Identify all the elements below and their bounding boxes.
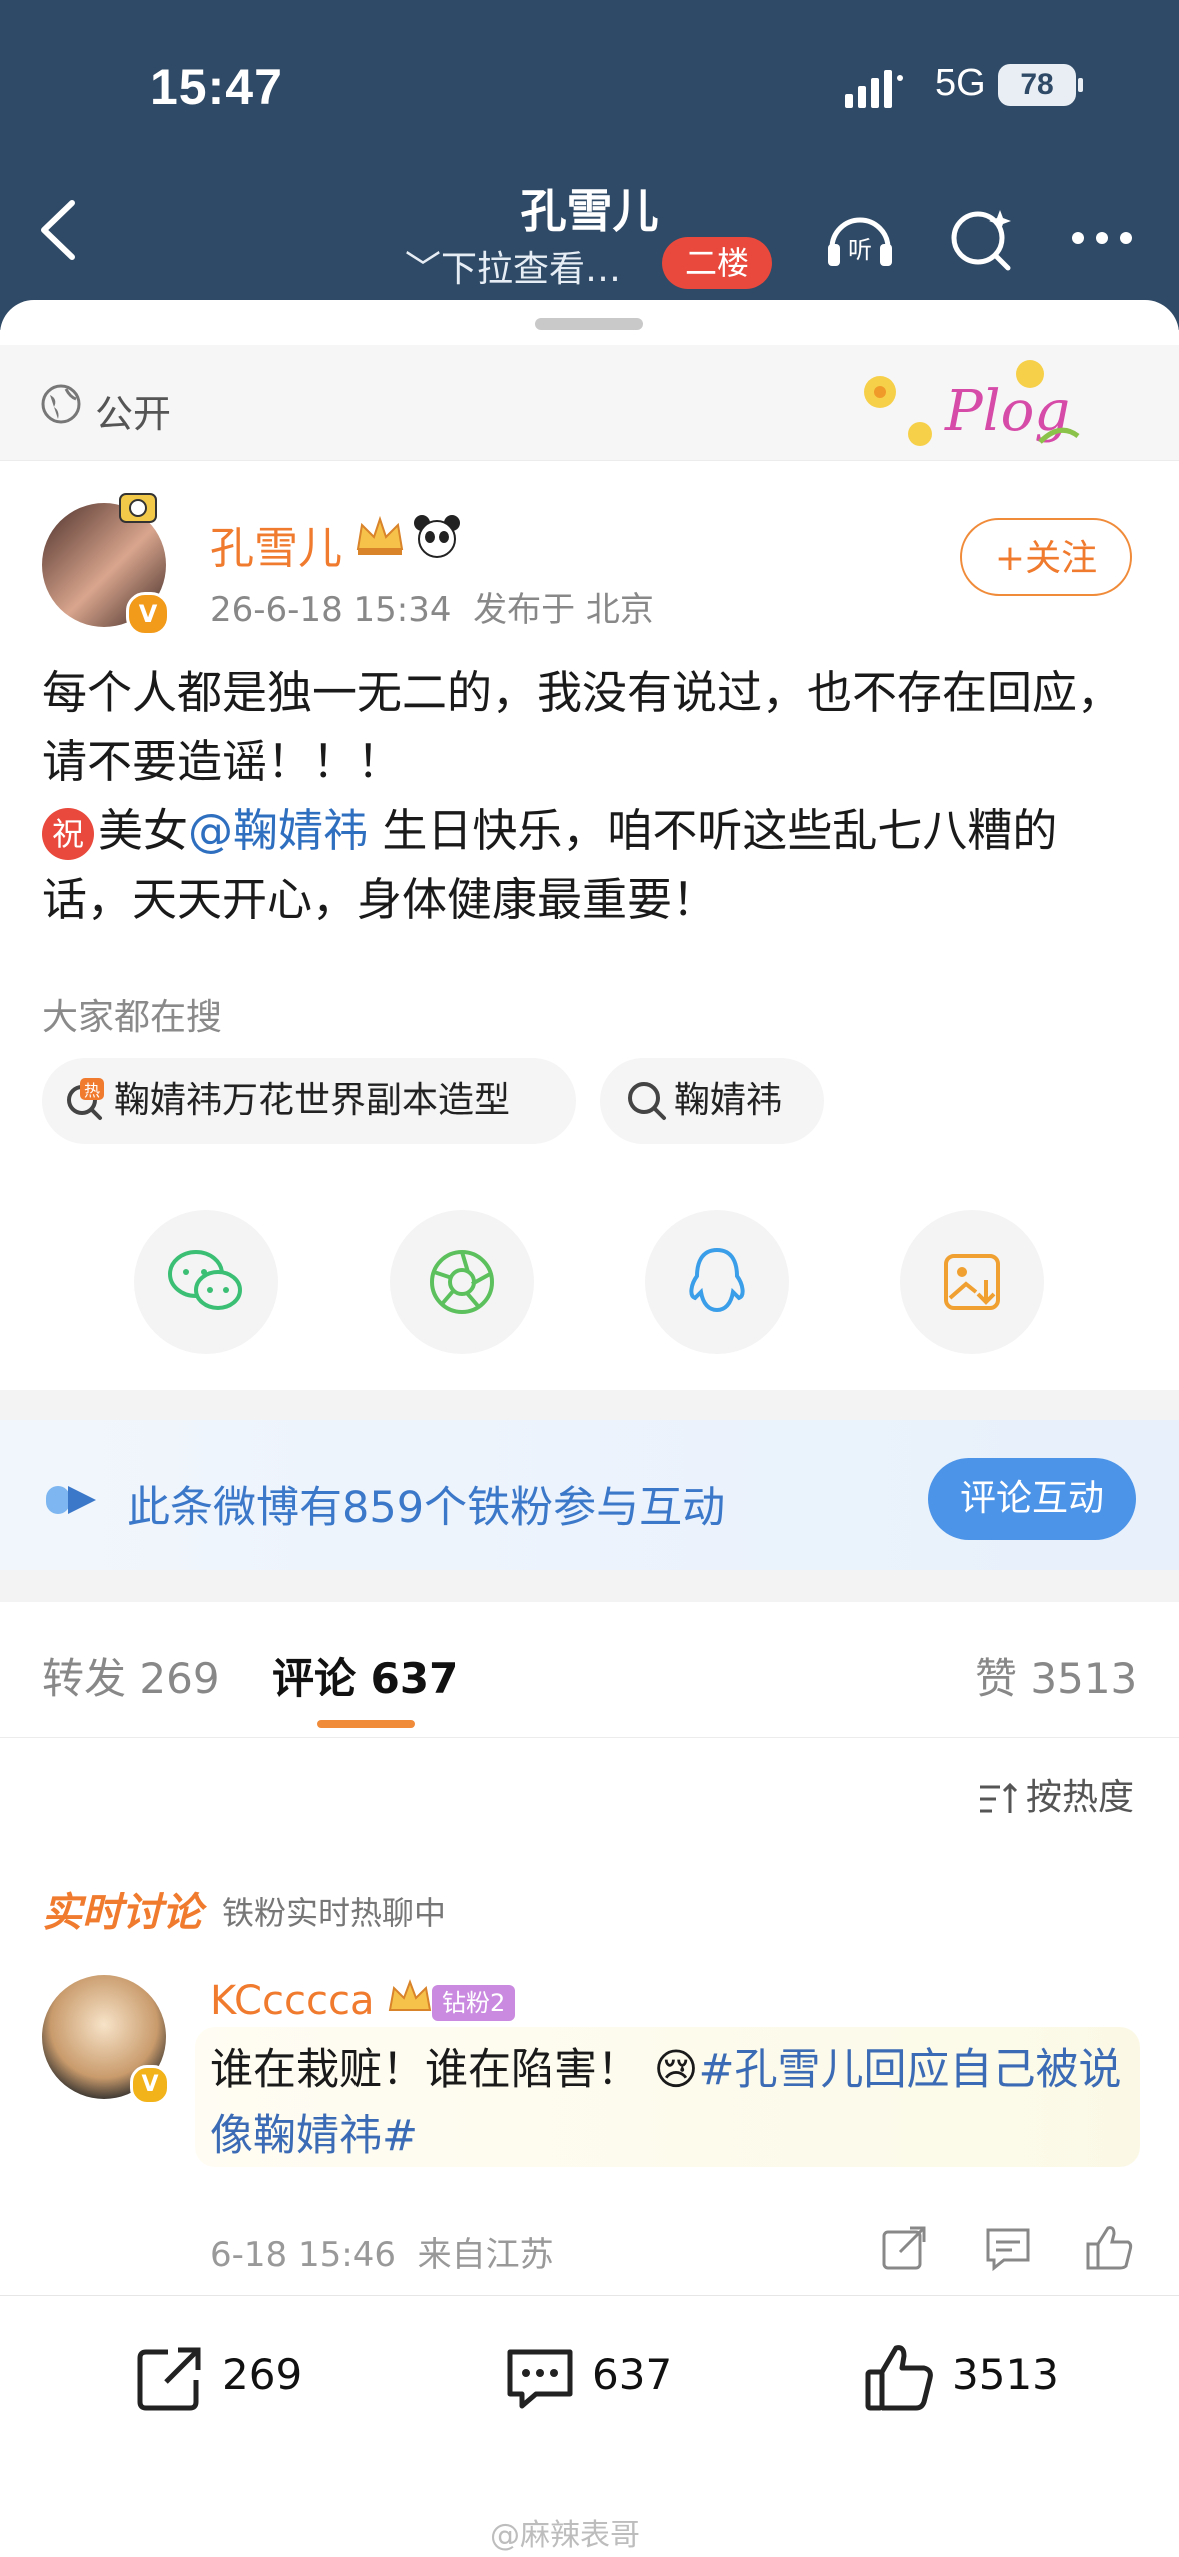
search-icon	[628, 1082, 666, 1120]
network-label: 5G	[935, 62, 986, 104]
more-icon[interactable]	[1062, 198, 1142, 278]
hot-search-icon: 热	[67, 1078, 104, 1120]
active-tab-indicator	[317, 1720, 415, 1728]
battery-tip	[1078, 78, 1083, 92]
tab-repost-label: 转发	[42, 1654, 127, 1703]
repost-icon	[137, 2347, 201, 2410]
thumbs-up-icon	[865, 2344, 933, 2410]
mention-link[interactable]: @鞠婧祎	[188, 804, 368, 857]
second-floor-badge[interactable]: 二楼	[662, 237, 772, 289]
comment-reply-icon[interactable]	[980, 2220, 1036, 2276]
search-sparkle-icon[interactable]	[942, 198, 1022, 278]
comment-meta: 6-18 15:46 来自江苏	[210, 2227, 554, 2276]
post-meta: 26-6-18 15:34 发布于 北京	[210, 582, 654, 631]
signal-icon	[845, 70, 903, 108]
sort-by-hot[interactable]: 按热度	[978, 1768, 1134, 1820]
live-discussion-title: 实时讨论	[42, 1890, 202, 1936]
repost-count: 269	[222, 2350, 303, 2399]
post-body: 每个人都是独一无二的，我没有说过，也不存在回应，请不要造谣！！！ 祝美女@鞠婧祎…	[42, 658, 1142, 934]
listen-icon[interactable]: 听	[820, 198, 900, 278]
save-image-button[interactable]	[900, 1210, 1044, 1354]
svg-text:热: 热	[84, 1081, 100, 1100]
globe-icon	[41, 384, 81, 424]
comment-count: 637	[592, 2350, 673, 2399]
fans-icon	[46, 1486, 96, 1514]
search-chip-1-text: 鞠婧祎万花世界副本造型	[114, 1080, 511, 1121]
tab-like[interactable]: 赞 3513	[975, 1645, 1137, 1706]
crown-badge-icon	[356, 515, 404, 555]
comment-text: 谁在栽赃！谁在陷害！ 😢#孔雪儿回应自己被说像鞠婧祎#	[210, 2037, 1130, 2169]
drag-handle[interactable]	[535, 318, 643, 330]
watermark: @麻辣表哥	[490, 2518, 640, 2553]
verified-badge: V	[126, 592, 170, 636]
live-discussion-subtitle: 铁粉实时热聊中	[222, 1894, 447, 1932]
wechat-icon	[168, 1250, 242, 1310]
fan-level-badge: 钻粉2	[432, 1985, 516, 2021]
panda-badge-icon	[414, 515, 460, 558]
status-time: 15:47	[150, 59, 283, 115]
post-line-1: 每个人都是独一无二的，我没有说过，也不存在回应，请不要造谣！！！	[42, 666, 1123, 788]
avatar-decoration-icon	[119, 493, 157, 523]
battery-indicator: 78	[998, 64, 1076, 106]
post-location: 发布于 北京	[473, 590, 654, 630]
commenter-name[interactable]: KCcccca	[210, 1978, 374, 2024]
like-button[interactable]: 3513	[862, 2335, 1059, 2415]
comment-share-icon[interactable]	[876, 2220, 932, 2276]
comment-interact-button[interactable]: 评论互动	[928, 1458, 1136, 1540]
plog-sticker: Plog	[864, 360, 1080, 446]
qq-icon	[689, 1247, 745, 1313]
fan-crown-icon	[388, 1979, 432, 2011]
search-chip-1[interactable]: 热 鞠婧祎万花世界副本造型	[42, 1058, 576, 1144]
repost-button[interactable]: 269	[132, 2335, 302, 2415]
sort-icon	[980, 1782, 1018, 1813]
tab-repost[interactable]: 转发 269	[42, 1645, 220, 1706]
moments-icon	[430, 1250, 494, 1314]
tab-repost-count: 269	[139, 1654, 220, 1703]
comment-from: 来自江苏	[417, 2235, 554, 2275]
svg-text:听: 听	[848, 236, 872, 264]
search-chip-2[interactable]: 鞠婧祎	[600, 1058, 824, 1144]
celebrate-icon: 祝	[42, 808, 94, 860]
share-wechat-button[interactable]	[134, 1210, 278, 1354]
tabs-divider	[0, 1737, 1179, 1738]
save-image-icon	[944, 1254, 1000, 1310]
tab-comment[interactable]: 评论 637	[272, 1645, 458, 1706]
tab-like-label: 赞	[975, 1654, 1018, 1703]
post-line-2-prefix: 美女	[98, 804, 189, 857]
trending-search-label: 大家都在搜	[42, 997, 223, 1038]
comment-time: 6-18 15:46	[210, 2235, 396, 2275]
chevron-down-icon: ﹀	[405, 249, 442, 290]
comment-button[interactable]: 637	[502, 2335, 672, 2415]
share-qq-button[interactable]	[645, 1210, 789, 1354]
sort-label: 按热度	[1026, 1777, 1135, 1818]
like-count: 3513	[952, 2350, 1059, 2399]
post-date: 26-6-18 15:34	[210, 590, 452, 630]
crying-emoji-icon: 😢	[653, 2045, 699, 2095]
share-moments-button[interactable]	[390, 1210, 534, 1354]
commenter-verified-badge: V	[130, 2065, 170, 2105]
section-divider	[0, 1390, 1179, 1420]
follow-button[interactable]: +关注	[960, 518, 1132, 596]
tab-comment-label: 评论	[272, 1654, 357, 1703]
tab-like-count: 3513	[1030, 1654, 1138, 1703]
fans-interaction-text: 此条微博有859个铁粉参与互动	[127, 1483, 726, 1533]
section-divider-2	[0, 1570, 1179, 1602]
tab-comment-count: 637	[370, 1654, 459, 1703]
comment-like-icon[interactable]	[1082, 2220, 1138, 2276]
pull-down-hint[interactable]: ﹀下拉查看…	[405, 240, 621, 292]
author-name[interactable]: 孔雪儿	[210, 512, 342, 576]
comment-icon	[507, 2349, 573, 2408]
pull-down-text: 下拉查看…	[441, 249, 622, 290]
comment-plain-text: 谁在栽赃！谁在陷害！	[210, 2045, 640, 2095]
search-chip-2-text: 鞠婧祎	[674, 1080, 783, 1121]
visibility-label: 公开	[95, 392, 172, 436]
post-line-2: 祝美女@鞠婧祎 生日快乐，咱不听这些乱七八糟的话，天天开心，身体健康最重要！	[42, 796, 1142, 934]
